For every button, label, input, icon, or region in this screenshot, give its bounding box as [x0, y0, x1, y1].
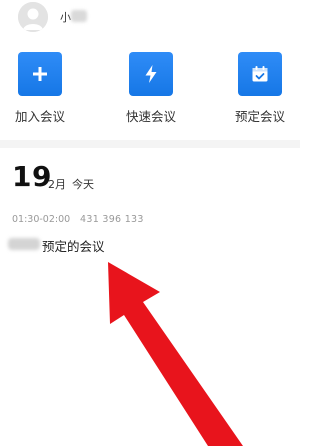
- meeting-list-item[interactable]: 01:30-02:00 431 396 133 预定的会议: [0, 208, 300, 258]
- user-silhouette-icon: [18, 2, 48, 32]
- join-meeting-tile[interactable]: [18, 52, 62, 96]
- meeting-title[interactable]: 预定的会议: [42, 236, 105, 255]
- plus-icon: [33, 67, 47, 81]
- lightning-icon: [145, 65, 157, 83]
- schedule-meeting-tile[interactable]: [238, 52, 282, 96]
- join-meeting-button[interactable]: 加入会议: [4, 52, 76, 125]
- redacted-name: [71, 10, 87, 22]
- quick-meeting-button[interactable]: 快速会议: [115, 52, 187, 125]
- date-month: 2月: [48, 178, 66, 191]
- join-meeting-label: 加入会议: [14, 109, 65, 124]
- calendar-check-icon: [252, 66, 268, 82]
- date-day: 19: [12, 160, 52, 193]
- meeting-id: 431 396 133: [80, 214, 144, 225]
- schedule-meeting-button[interactable]: 预定会议: [224, 52, 296, 125]
- section-divider: [0, 140, 300, 148]
- quick-meeting-tile[interactable]: [129, 52, 173, 96]
- schedule-meeting-label: 预定会议: [234, 109, 285, 124]
- profile-header: 小: [0, 0, 300, 36]
- today-label: 今天: [72, 178, 94, 191]
- user-name: 小: [60, 11, 71, 24]
- meeting-time: 01:30-02:00: [12, 214, 71, 225]
- quick-actions: 加入会议 快速会议 预定会议: [0, 52, 300, 132]
- avatar[interactable]: [18, 2, 48, 32]
- redacted-owner: [8, 238, 40, 250]
- quick-meeting-label: 快速会议: [125, 109, 176, 124]
